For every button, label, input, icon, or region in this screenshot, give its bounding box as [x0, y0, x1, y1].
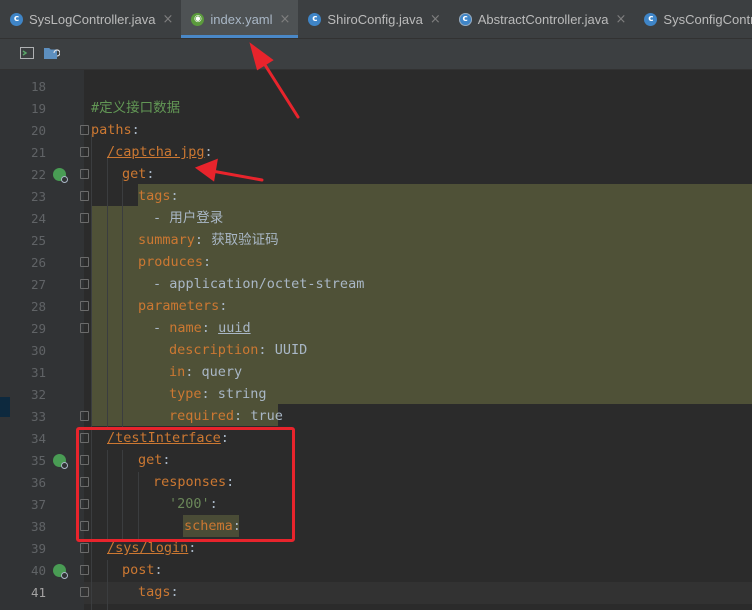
- arrow-to-captcha: [210, 169, 264, 182]
- arrow-to-tab: [258, 55, 300, 119]
- arrow-head: [194, 158, 218, 182]
- annotation-arrows: [194, 42, 300, 182]
- arrow-head: [249, 42, 274, 71]
